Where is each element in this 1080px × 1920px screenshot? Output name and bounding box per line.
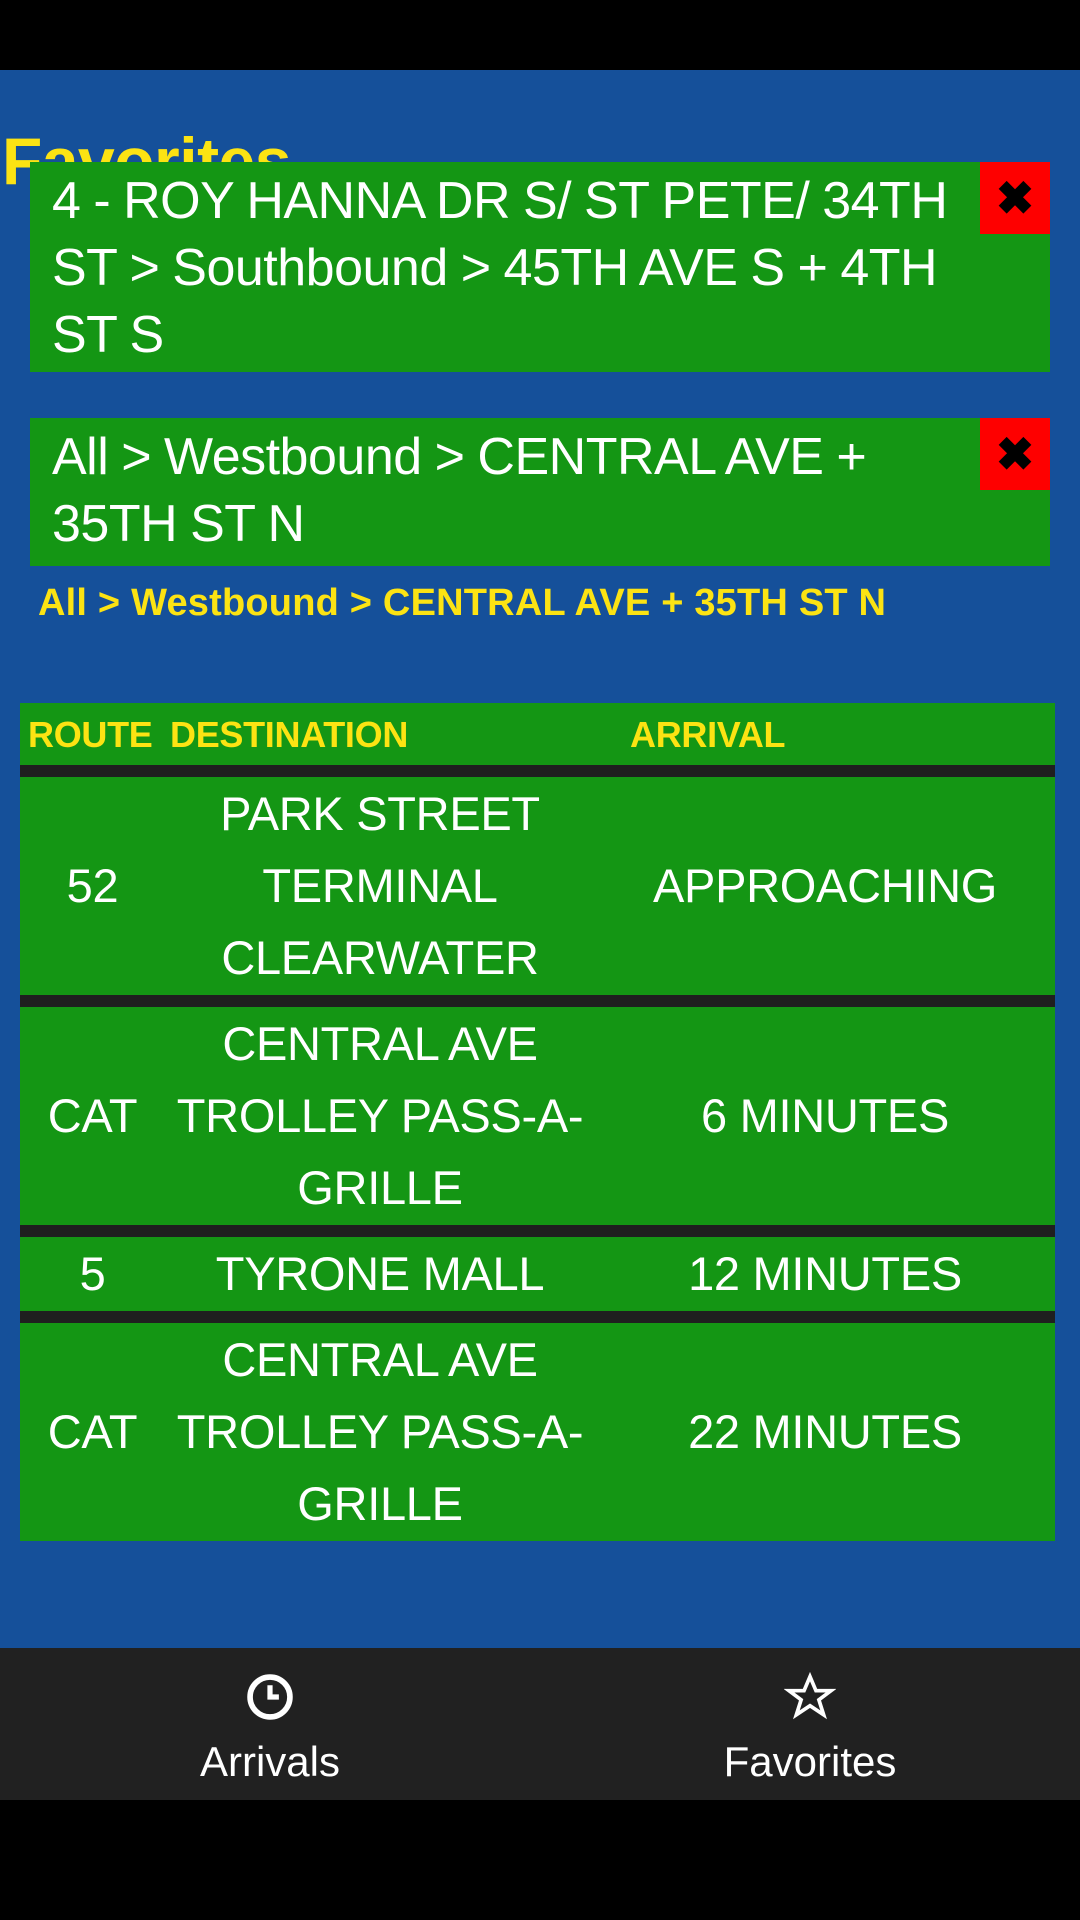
row-separator	[20, 1225, 1055, 1237]
table-row[interactable]: CAT CENTRAL AVE TROLLEY PASS-A-GRILLE 22…	[20, 1323, 1055, 1541]
nav-tab-favorites[interactable]: Favorites	[540, 1648, 1080, 1800]
clock-icon	[244, 1671, 296, 1723]
nav-tab-label: Arrivals	[199, 1738, 340, 1785]
row-separator	[20, 765, 1055, 777]
favorite-label: All > Westbound > CENTRAL AVE + 35TH ST …	[52, 428, 867, 553]
favorite-item[interactable]: 4 - ROY HANNA DR S/ ST PETE/ 34TH ST > S…	[30, 162, 1050, 372]
cell-route: CAT	[47, 1405, 138, 1458]
cell-route: CAT	[47, 1089, 138, 1142]
column-header-arrival: ARRIVAL	[630, 714, 786, 755]
status-bar	[0, 0, 1080, 70]
delete-favorite-button[interactable]: ✖	[980, 418, 1050, 490]
cell-destination: CENTRAL AVE TROLLEY PASS-A-GRILLE	[176, 1333, 584, 1530]
table-row[interactable]: 5 TYRONE MALL 12 MINUTES	[20, 1237, 1055, 1311]
cell-arrival: 22 MINUTES	[688, 1405, 962, 1458]
cell-arrival: 6 MINUTES	[701, 1089, 949, 1142]
row-separator	[20, 995, 1055, 1007]
favorite-item[interactable]: All > Westbound > CENTRAL AVE + 35TH ST …	[30, 418, 1050, 566]
breadcrumb: All > Westbound > CENTRAL AVE + 35TH ST …	[38, 582, 887, 624]
table-row[interactable]: 52 PARK STREET TERMINAL CLEARWATER APPRO…	[20, 777, 1055, 995]
cell-destination: PARK STREET TERMINAL CLEARWATER	[220, 787, 540, 984]
cell-arrival: APPROACHING	[652, 859, 998, 912]
arrivals-table: ROUTE DESTINATION ARRIVAL 52 PARK STREET…	[20, 703, 1055, 1541]
cell-route: 52	[66, 859, 119, 912]
cell-destination: CENTRAL AVE TROLLEY PASS-A-GRILLE	[176, 1017, 584, 1214]
app-content: Favorites 4 - ROY HANNA DR S/ ST PETE/ 3…	[0, 70, 1080, 1648]
column-header-destination: DESTINATION	[170, 714, 409, 755]
cell-route: 5	[79, 1247, 106, 1300]
bottom-navigation-bar: Arrivals Favorites	[0, 1648, 1080, 1800]
star-icon	[784, 1671, 836, 1723]
nav-tab-arrivals[interactable]: Arrivals	[0, 1648, 540, 1800]
system-navigation-area	[0, 1800, 1080, 1920]
delete-favorite-button[interactable]: ✖	[980, 162, 1050, 234]
cell-arrival: 12 MINUTES	[688, 1247, 962, 1300]
table-row[interactable]: CAT CENTRAL AVE TROLLEY PASS-A-GRILLE 6 …	[20, 1007, 1055, 1225]
row-separator	[20, 1311, 1055, 1323]
column-header-route: ROUTE	[28, 714, 153, 755]
favorite-label: 4 - ROY HANNA DR S/ ST PETE/ 34TH ST > S…	[52, 172, 948, 364]
cell-destination: TYRONE MALL	[215, 1247, 545, 1300]
nav-tab-label: Favorites	[723, 1738, 897, 1785]
table-header-row: ROUTE DESTINATION ARRIVAL	[20, 703, 1055, 765]
app-screen: Favorites 4 - ROY HANNA DR S/ ST PETE/ 3…	[0, 0, 1080, 1920]
